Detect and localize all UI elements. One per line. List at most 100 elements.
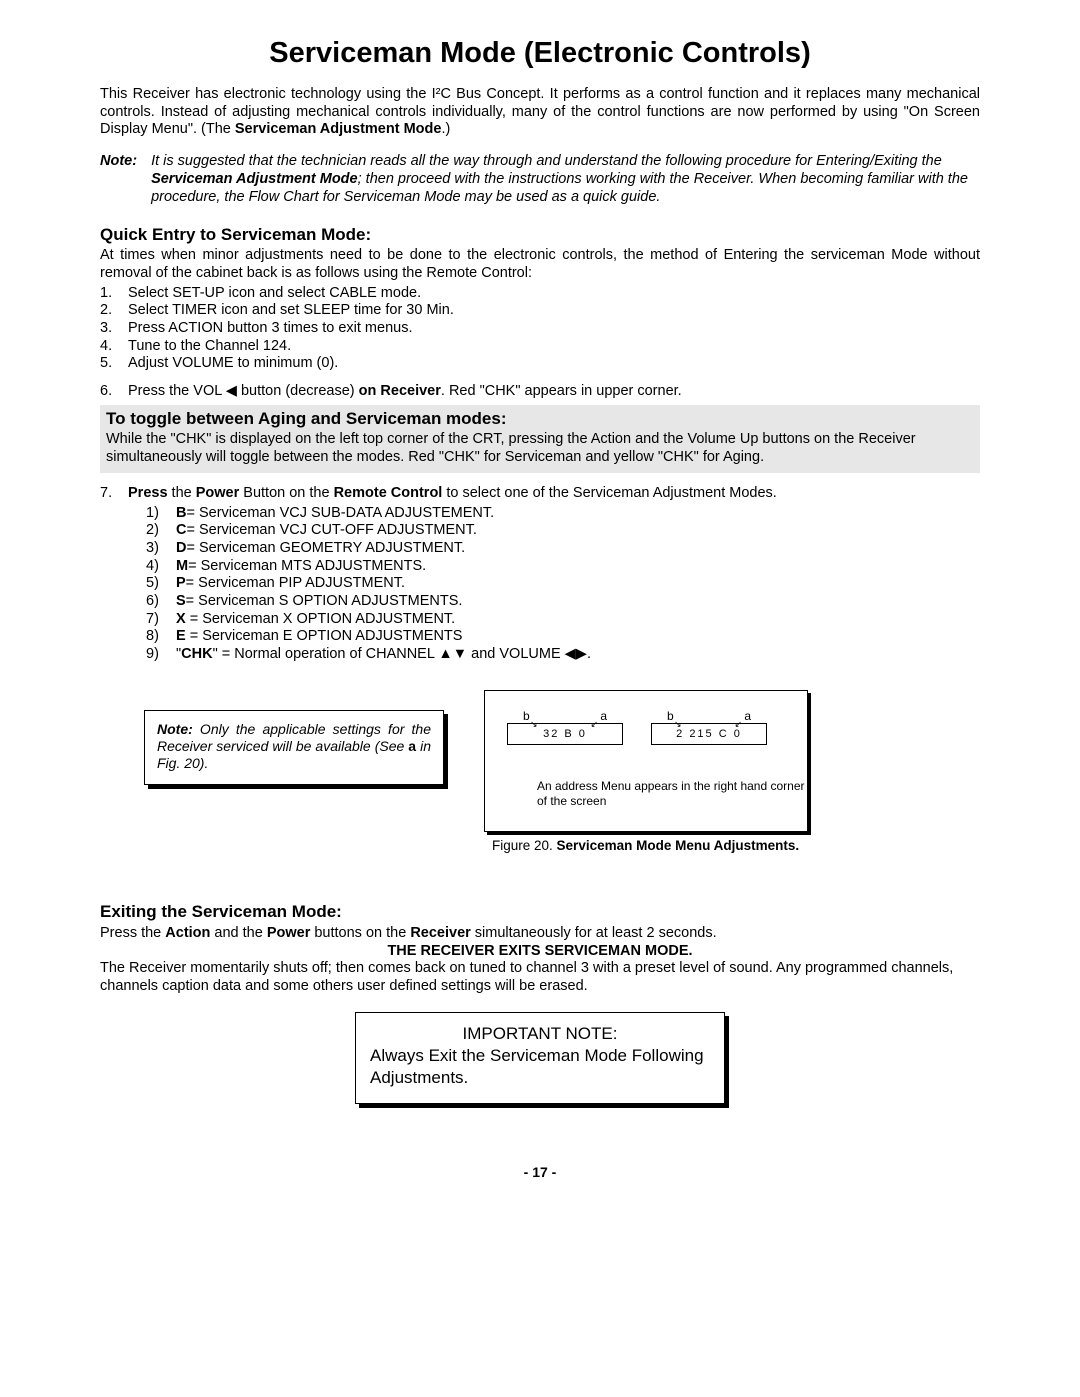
s6a: Press the VOL <box>128 383 226 399</box>
note-label: Note: <box>100 153 137 206</box>
intro-text: This Receiver has electronic technology … <box>100 86 980 137</box>
ex-b: Action <box>165 925 210 941</box>
cell1-label-a: a <box>600 709 607 724</box>
step-2-text: Select TIMER icon and set SLEEP time for… <box>128 302 454 320</box>
note-body-a: It is suggested that the technician read… <box>151 153 942 169</box>
note-technician: Note: It is suggested that the technicia… <box>100 153 980 206</box>
figure-20-box: b a ↘ ↙ 32 B 0 b a ↘ ↙ 2 215 C 0 <box>484 690 808 832</box>
m9d: and VOLUME <box>467 646 565 662</box>
page-title: Serviceman Mode (Electronic Controls) <box>100 36 980 71</box>
page-number: - 17 - <box>100 1164 980 1181</box>
ex-e: buttons on the <box>310 925 410 941</box>
mode-5: 5)P= Serviceman PIP ADJUSTMENT. <box>146 575 980 593</box>
intro-paragraph: This Receiver has electronic technology … <box>100 86 980 139</box>
channel-down-icon: ▼ <box>453 646 467 662</box>
menu-cell-2: b a ↘ ↙ 2 215 C 0 <box>651 709 767 746</box>
arrow-icon: ↘ <box>674 719 684 730</box>
cell1-value: 32 B 0 <box>543 728 587 741</box>
s6c: on Receiver <box>359 383 441 399</box>
vol-left-icon: ◀ <box>226 383 237 399</box>
m1t: = Serviceman VCJ SUB-DATA ADJUSTEMENT. <box>186 505 494 521</box>
arrow-icon: ↙ <box>734 719 744 730</box>
exit-bold: THE RECEIVER EXITS SERVICEMAN MODE. <box>387 943 692 959</box>
intro-bold: Serviceman Adjustment Mode <box>235 121 442 137</box>
m6t: = Serviceman S OPTION ADJUSTMENTS. <box>186 593 463 609</box>
step-2: 2.Select TIMER icon and set SLEEP time f… <box>100 302 980 320</box>
important-title: IMPORTANT NOTE: <box>370 1023 710 1045</box>
sn-a: Note: <box>157 721 193 737</box>
mode-6: 6)S= Serviceman S OPTION ADJUSTMENTS. <box>146 593 980 611</box>
figure-20-caption: Figure 20. Serviceman Mode Menu Adjustme… <box>492 838 808 854</box>
m8k: E <box>176 628 190 644</box>
mode-2: 2)C= Serviceman VCJ CUT-OFF ADJUSTMENT. <box>146 522 980 540</box>
note-body-b: Serviceman Adjustment Mode <box>151 171 358 187</box>
menu-cell-1: b a ↘ ↙ 32 B 0 <box>507 709 623 746</box>
exit-bold-line: THE RECEIVER EXITS SERVICEMAN MODE. <box>100 943 980 961</box>
step-5: 5.Adjust VOLUME to minimum (0). <box>100 355 980 373</box>
mode-7: 7)X = Serviceman X OPTION ADJUSTMENT. <box>146 611 980 629</box>
exit-p2: The Receiver momentarily shuts off; then… <box>100 960 980 995</box>
m1k: B <box>176 505 186 521</box>
ex-d: Power <box>267 925 311 941</box>
mode-sublist: 1)B= Serviceman VCJ SUB-DATA ADJUSTEMENT… <box>146 505 980 664</box>
step-7-list: 7.Press the Power Button on the Remote C… <box>100 485 980 503</box>
cell2-label-b: b <box>667 709 674 724</box>
figure-20-wrapper: b a ↘ ↙ 32 B 0 b a ↘ ↙ 2 215 C 0 <box>484 690 808 854</box>
ex-c: and the <box>210 925 266 941</box>
intro-tail: .) <box>441 121 450 137</box>
s7c: Power <box>196 485 240 501</box>
important-body: Always Exit the Serviceman Mode Followin… <box>370 1045 710 1089</box>
m8t: = Serviceman E OPTION ADJUSTMENTS <box>190 628 463 644</box>
fig-label-b: Serviceman Mode Menu Adjustments. <box>557 838 800 853</box>
m3k: D <box>176 540 186 556</box>
cell2-box: ↘ ↙ 2 215 C 0 <box>651 723 767 745</box>
arrow-icon: ↙ <box>590 719 600 730</box>
step-5-text: Adjust VOLUME to minimum (0). <box>128 355 338 373</box>
applicable-settings-note: Note: Only the applicable settings for t… <box>144 710 444 785</box>
m6k: S <box>176 593 186 609</box>
mode-9: 9)"CHK" = Normal operation of CHANNEL ▲▼… <box>146 646 980 664</box>
note-body: It is suggested that the technician read… <box>151 153 980 206</box>
s6d: . Red "CHK" appears in upper corner. <box>441 383 682 399</box>
m9b: CHK <box>181 646 212 662</box>
figure-inner-caption: An address Menu appears in the right han… <box>537 779 807 809</box>
cell2-label-a: a <box>744 709 751 724</box>
mode-4: 4)M= Serviceman MTS ADJUSTMENTS. <box>146 558 980 576</box>
step-1-text: Select SET-UP icon and select CABLE mode… <box>128 285 421 303</box>
sn-c: a <box>408 738 416 754</box>
mode-9-text: "CHK" = Normal operation of CHANNEL ▲▼ a… <box>176 646 591 664</box>
m7k: X <box>176 611 190 627</box>
step-7-text: Press the Power Button on the Remote Con… <box>128 485 777 503</box>
important-note-box: IMPORTANT NOTE: Always Exit the Servicem… <box>355 1012 725 1104</box>
mode-8: 8)E = Serviceman E OPTION ADJUSTMENTS <box>146 628 980 646</box>
quick-steps-list: 1.Select SET-UP icon and select CABLE mo… <box>100 285 980 401</box>
s6b: button (decrease) <box>237 383 359 399</box>
s7b: the <box>168 485 196 501</box>
m2k: C <box>176 522 186 538</box>
heading-quick-entry: Quick Entry to Serviceman Mode: <box>100 225 980 246</box>
s7d: Button on the <box>239 485 333 501</box>
arrow-icon: ↘ <box>530 719 540 730</box>
cell1-label-b: b <box>523 709 530 724</box>
toggle-title: To toggle between Aging and Serviceman m… <box>106 409 974 430</box>
ex-g: simultaneously for at least 2 seconds. <box>471 925 717 941</box>
toggle-mode-box: To toggle between Aging and Serviceman m… <box>100 405 980 473</box>
cell2-value: 2 215 C 0 <box>676 728 742 741</box>
m7t: = Serviceman X OPTION ADJUSTMENT. <box>190 611 456 627</box>
step-7: 7.Press the Power Button on the Remote C… <box>100 485 980 503</box>
step-6-text: Press the VOL ◀ button (decrease) on Rec… <box>128 383 682 401</box>
m3t: = Serviceman GEOMETRY ADJUSTMENT. <box>186 540 465 556</box>
step-4-text: Tune to the Channel 124. <box>128 338 291 356</box>
mode-1: 1)B= Serviceman VCJ SUB-DATA ADJUSTEMENT… <box>146 505 980 523</box>
volume-right-icon: ▶ <box>576 646 587 662</box>
s7e: Remote Control <box>334 485 443 501</box>
step-6: 6.Press the VOL ◀ button (decrease) on R… <box>100 383 980 401</box>
m9c: " = Normal operation of CHANNEL <box>213 646 439 662</box>
m2t: = Serviceman VCJ CUT-OFF ADJUSTMENT. <box>186 522 476 538</box>
m9e: . <box>587 646 591 662</box>
cell1-box: ↘ ↙ 32 B 0 <box>507 723 623 745</box>
ex-a: Press the <box>100 925 165 941</box>
toggle-body: While the "CHK" is displayed on the left… <box>106 431 974 466</box>
step-4: 4.Tune to the Channel 124. <box>100 338 980 356</box>
exit-line-1: Press the Action and the Power buttons o… <box>100 925 980 943</box>
